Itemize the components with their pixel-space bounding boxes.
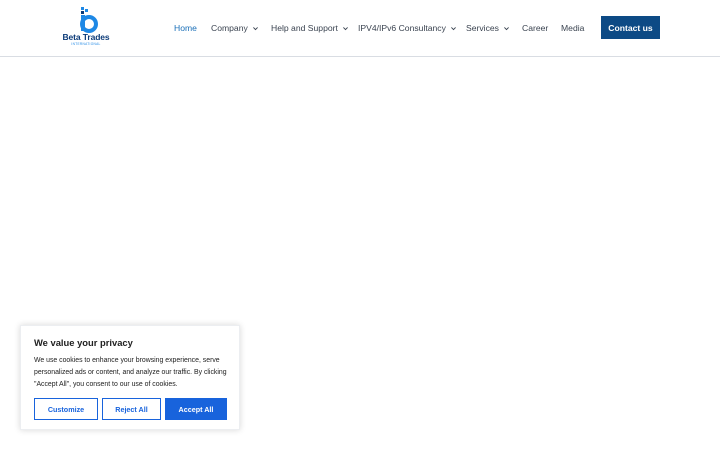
customize-button[interactable]: Customize bbox=[34, 398, 98, 420]
nav-label: Career bbox=[522, 23, 549, 33]
nav-label: Company bbox=[211, 23, 248, 33]
nav-item-help-support[interactable]: Help and Support bbox=[271, 21, 349, 35]
cookie-consent-banner: We value your privacy We use cookies to … bbox=[20, 325, 240, 430]
nav-label: Help and Support bbox=[271, 23, 338, 33]
nav-label: Services bbox=[466, 23, 499, 33]
nav-item-ip-consultancy[interactable]: IPV4/IPv6 Consultancy bbox=[358, 21, 457, 35]
chevron-down-icon bbox=[450, 26, 456, 30]
nav-label: IPV4/IPv6 Consultancy bbox=[358, 23, 446, 33]
cookie-description: We use cookies to enhance your browsing … bbox=[34, 357, 227, 388]
nav-label: Home bbox=[174, 23, 197, 33]
nav-item-media[interactable]: Media bbox=[561, 21, 584, 35]
chevron-down-icon bbox=[504, 26, 509, 30]
site-header: Beta Trades INTERNATIONAL Home Company H… bbox=[0, 0, 720, 57]
nav-item-home[interactable]: Home bbox=[174, 21, 197, 35]
chevron-down-icon bbox=[342, 26, 348, 30]
nav-item-career[interactable]: Career bbox=[522, 21, 548, 35]
nav-item-company[interactable]: Company bbox=[211, 21, 259, 35]
accept-all-button[interactable]: Accept All bbox=[165, 398, 227, 420]
main-nav: Home Company Help and Support IPV4/IPv6 … bbox=[0, 0, 720, 56]
cookie-title: We value your privacy bbox=[34, 337, 133, 348]
nav-item-services[interactable]: Services bbox=[466, 21, 510, 35]
chevron-down-icon bbox=[252, 26, 258, 30]
reject-all-button[interactable]: Reject All bbox=[102, 398, 161, 420]
contact-us-button[interactable]: Contact us bbox=[601, 16, 660, 39]
nav-label: Media bbox=[561, 23, 585, 33]
